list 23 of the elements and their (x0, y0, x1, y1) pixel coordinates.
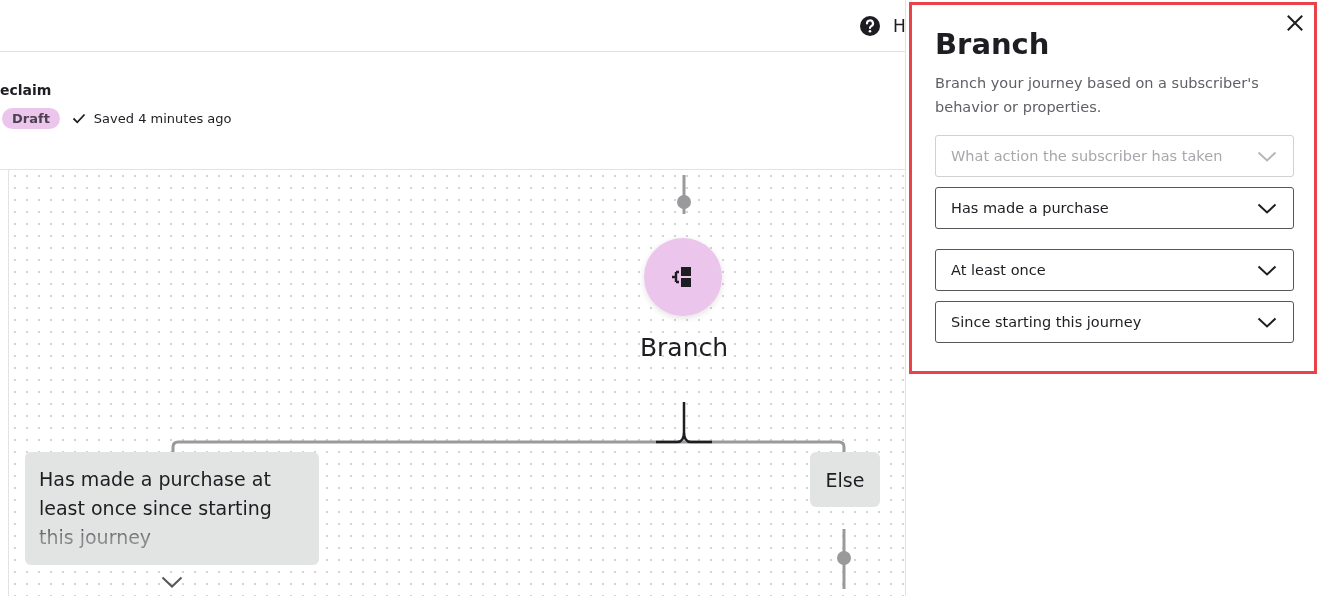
chevron-down-icon (1257, 264, 1277, 276)
panel-description: Branch your journey based on a subscriber's behavior or properties. (935, 74, 1260, 117)
saved-status: Saved 4 minutes ago (93, 111, 232, 126)
else-card[interactable]: Else (810, 452, 880, 507)
chevron-down-icon (1257, 316, 1277, 328)
branch-node[interactable] (644, 238, 722, 316)
help-label[interactable]: H (893, 15, 905, 36)
connector-line (837, 529, 851, 589)
node-label: Branch (638, 333, 730, 362)
chevron-down-icon (1257, 202, 1277, 214)
dropdown[interactable]: At least once (935, 249, 1294, 291)
connector-line (677, 175, 691, 214)
chevron-down-icon (1257, 150, 1277, 162)
status-badge: Draft (2, 108, 60, 129)
close-icon[interactable] (1286, 14, 1304, 32)
dropdown[interactable]: Since starting this journey (935, 301, 1294, 343)
dropdown[interactable]: Has made a purchase (935, 187, 1294, 229)
journey-title: eclaim (0, 82, 52, 98)
help-icon[interactable] (859, 14, 881, 37)
chevron-down-icon[interactable] (161, 576, 183, 588)
condition-card[interactable]: Has made a purchase at least once since starting this journey (25, 452, 319, 565)
check-icon (71, 113, 86, 124)
panel-title: Branch (935, 27, 1050, 61)
